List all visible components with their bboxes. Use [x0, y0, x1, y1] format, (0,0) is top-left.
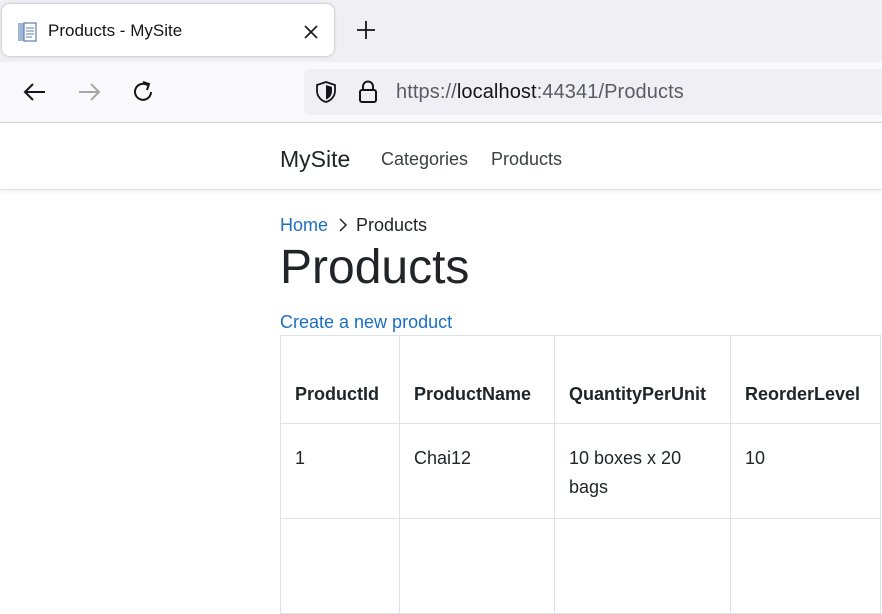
- breadcrumb: Home Products: [280, 215, 427, 236]
- cell-quantityperunit: 10 boxes x 20 bags: [554, 423, 731, 519]
- document-icon: [16, 21, 38, 43]
- tab-title: Products - MySite: [48, 21, 183, 40]
- column-header-productname: ProductName: [399, 335, 555, 424]
- url-path: :44341/Products: [536, 81, 684, 103]
- products-table: ProductId ProductName QuantityPerUnit Re…: [280, 335, 881, 614]
- cell-empty: [554, 518, 731, 614]
- browser-tab[interactable]: Products - MySite: [2, 4, 334, 56]
- site-brand[interactable]: MySite: [280, 146, 350, 173]
- url-text: https://localhost:44341/Products: [396, 81, 684, 104]
- page-title: Products: [280, 241, 470, 294]
- table-row: 1 Chai12 10 boxes x 20 bags 10: [280, 423, 881, 519]
- arrow-left-icon[interactable]: [21, 78, 49, 106]
- column-header-productid: ProductId: [280, 335, 400, 424]
- table-row: [280, 518, 881, 614]
- cell-productname: Chai12: [399, 423, 555, 519]
- table-header-row: ProductId ProductName QuantityPerUnit Re…: [280, 335, 881, 424]
- nav-link-products[interactable]: Products: [491, 149, 562, 170]
- close-icon[interactable]: [300, 21, 322, 43]
- cell-empty: [399, 518, 555, 614]
- cell-empty: [730, 518, 881, 614]
- lock-icon[interactable]: [356, 79, 380, 105]
- breadcrumb-current: Products: [356, 215, 428, 235]
- tab-strip: Products - MySite: [0, 0, 882, 62]
- shield-icon[interactable]: [314, 80, 338, 104]
- url-scheme: https://: [396, 81, 457, 103]
- reload-icon[interactable]: [129, 78, 157, 106]
- arrow-right-icon[interactable]: [75, 78, 103, 106]
- create-product-link[interactable]: Create a new product: [280, 312, 452, 333]
- cell-reorderlevel: 10: [730, 423, 881, 519]
- url-host: localhost: [456, 81, 537, 103]
- cell-empty: [280, 518, 400, 614]
- nav-link-categories[interactable]: Categories: [381, 149, 468, 170]
- plus-icon[interactable]: [352, 16, 380, 44]
- site-navbar: MySite Categories Products: [0, 123, 882, 190]
- column-header-reorderlevel: ReorderLevel: [730, 335, 881, 424]
- chevron-right-icon: [334, 218, 354, 232]
- column-header-quantityperunit: QuantityPerUnit: [554, 335, 731, 424]
- address-bar[interactable]: https://localhost:44341/Products: [304, 69, 882, 115]
- breadcrumb-home-link[interactable]: Home: [280, 215, 328, 235]
- cell-productid: 1: [280, 423, 400, 519]
